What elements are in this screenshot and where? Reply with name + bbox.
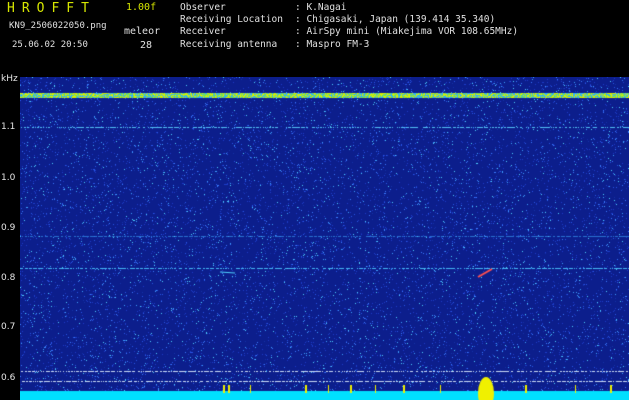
y-axis-unit: kHz: [1, 74, 18, 84]
program-label: meleor: [124, 26, 161, 37]
datetime: 25.06.02 20:50: [12, 40, 88, 50]
station-info: Observer: K.Nagai Receiving Location: Ch…: [180, 2, 518, 51]
info-row-observer: Observer: K.Nagai: [180, 2, 347, 13]
app-title: HROFFT: [7, 1, 96, 16]
y-tick-label: 0.7: [1, 322, 16, 332]
y-tick-label: 0.6: [1, 373, 16, 383]
y-tick-label: 0.8: [1, 273, 16, 283]
meteor-count: 28: [140, 40, 153, 51]
app-version: 1.00f: [126, 2, 157, 13]
y-tick-label: 0.9: [1, 223, 16, 233]
spectrogram-plot: [20, 77, 629, 400]
info-row-location: Receiving Location: Chigasaki, Japan (13…: [180, 14, 496, 26]
spectrogram-canvas: [20, 77, 629, 400]
info-row-receiver: Receiver: AirSpy mini (Miakejima VOR 108…: [180, 26, 519, 38]
header-panel: HROFFT 1.00f KN9_2506022050.png meleor 2…: [0, 0, 629, 74]
y-tick-label: 1.1: [1, 122, 16, 132]
info-row-antenna: Receiving antenna: Maspro FM-3: [180, 38, 370, 50]
file-name: KN9_2506022050.png: [9, 21, 107, 31]
y-tick-label: 1.0: [1, 173, 16, 183]
